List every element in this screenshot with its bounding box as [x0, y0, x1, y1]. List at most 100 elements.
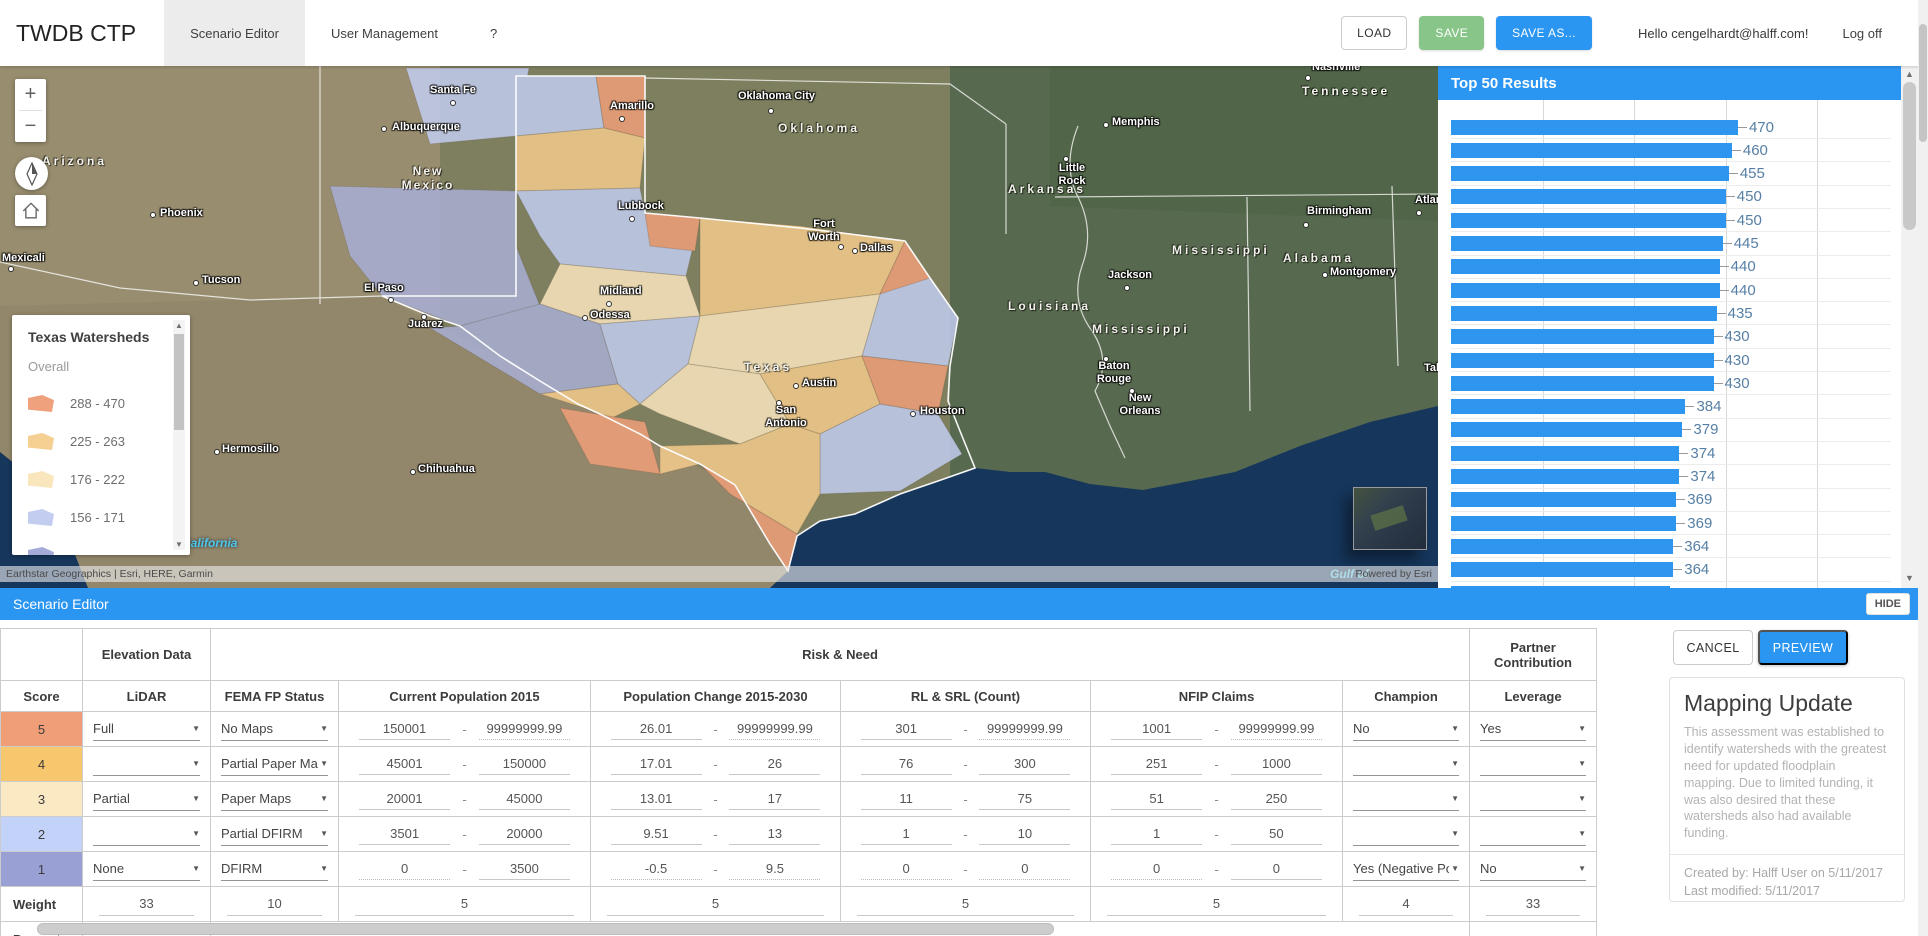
result-bar[interactable]	[1451, 213, 1726, 228]
result-bar[interactable]	[1451, 376, 1714, 391]
result-bar[interactable]	[1451, 516, 1676, 531]
lidar-select[interactable]: Partial▼	[93, 787, 200, 811]
nfip-claims-range-max-input[interactable]: 50	[1231, 823, 1323, 845]
result-bar[interactable]	[1451, 259, 1720, 274]
lidar-select[interactable]: Full▼	[93, 717, 200, 741]
rl-srl-range-min-input[interactable]: 0	[861, 858, 952, 880]
fema-fp-status-select[interactable]: Partial Paper Maps▼	[221, 752, 328, 776]
weight-input[interactable]: 5	[355, 892, 574, 916]
population-change-range-min-input[interactable]: -0.5	[611, 858, 702, 880]
result-bar[interactable]	[1451, 469, 1679, 484]
tab-scenario-editor[interactable]: Scenario Editor	[164, 0, 305, 66]
current-population-range-max-input[interactable]: 3500	[479, 858, 571, 880]
scroll-up-icon[interactable]: ▲	[173, 321, 185, 330]
page-scroll-thumb[interactable]	[1919, 24, 1927, 142]
scroll-down-icon[interactable]: ▼	[1901, 573, 1918, 583]
fema-fp-status-select[interactable]: Partial DFIRM▼	[221, 822, 328, 846]
rl-srl-range-max-input[interactable]: 10	[979, 823, 1070, 845]
map-canvas[interactable]: ArizonaNew MexicoOklahomaArkansasTenness…	[0, 66, 1438, 588]
tab-user-management[interactable]: User Management	[305, 0, 464, 66]
leverage-select[interactable]: No▼	[1480, 857, 1586, 881]
leverage-select[interactable]: Yes▼	[1480, 717, 1586, 741]
leverage-select[interactable]: ▼	[1480, 787, 1586, 811]
lidar-select[interactable]: ▼	[93, 752, 200, 776]
results-scroll-thumb[interactable]	[1903, 82, 1916, 230]
nfip-claims-range-min-input[interactable]: 251	[1111, 753, 1203, 775]
nfip-claims-range-max-input[interactable]: 1000	[1231, 753, 1323, 775]
results-scrollbar[interactable]: ▲ ▼	[1901, 66, 1918, 588]
legend-scrollbar[interactable]: ▲ ▼	[173, 320, 185, 550]
weight-input[interactable]: 5	[857, 892, 1074, 916]
champion-select[interactable]: ▼	[1353, 752, 1459, 776]
cancel-button[interactable]: CANCEL	[1673, 630, 1753, 665]
rl-srl-range-max-input[interactable]: 0	[979, 858, 1070, 880]
rl-srl-range-min-input[interactable]: 301	[861, 718, 952, 740]
current-population-range-max-input[interactable]: 99999999.99	[479, 718, 571, 740]
current-population-range-max-input[interactable]: 20000	[479, 823, 571, 845]
result-bar[interactable]	[1451, 353, 1714, 368]
nfip-claims-range-max-input[interactable]: 99999999.99	[1231, 718, 1323, 740]
result-bar[interactable]	[1451, 283, 1720, 298]
result-bar[interactable]	[1451, 143, 1732, 158]
population-change-range-max-input[interactable]: 13	[729, 823, 820, 845]
log-off-link[interactable]: Log off	[1842, 26, 1882, 41]
weight-input[interactable]: 33	[99, 892, 194, 916]
lidar-select[interactable]: ▼	[93, 822, 200, 846]
rl-srl-range-max-input[interactable]: 99999999.99	[979, 718, 1070, 740]
overview-inset-map[interactable]	[1353, 487, 1427, 550]
result-bar[interactable]	[1451, 306, 1717, 321]
result-bar[interactable]	[1451, 399, 1685, 414]
population-change-range-min-input[interactable]: 9.51	[611, 823, 702, 845]
current-population-range-min-input[interactable]: 150001	[359, 718, 451, 740]
fema-fp-status-select[interactable]: Paper Maps▼	[221, 787, 328, 811]
current-population-range-min-input[interactable]: 20001	[359, 788, 451, 810]
load-button[interactable]: LOAD	[1341, 16, 1407, 50]
nfip-claims-range-min-input[interactable]: 1	[1111, 823, 1203, 845]
fema-fp-status-select[interactable]: DFIRM▼	[221, 857, 328, 881]
compass-button[interactable]	[15, 157, 48, 190]
zoom-in-button[interactable]: +	[15, 79, 46, 110]
weight-input[interactable]: 33	[1486, 892, 1580, 916]
page-scrollbar[interactable]	[1918, 0, 1928, 936]
leverage-select[interactable]: ▼	[1480, 752, 1586, 776]
result-bar[interactable]	[1451, 422, 1682, 437]
population-change-range-max-input[interactable]: 17	[729, 788, 820, 810]
champion-select[interactable]: ▼	[1353, 787, 1459, 811]
fema-fp-status-select[interactable]: No Maps▼	[221, 717, 328, 741]
nfip-claims-range-max-input[interactable]: 0	[1231, 858, 1323, 880]
nfip-claims-range-max-input[interactable]: 250	[1231, 788, 1323, 810]
current-population-range-min-input[interactable]: 3501	[359, 823, 451, 845]
result-bar[interactable]	[1451, 166, 1729, 181]
tab-blank[interactable]: ?	[464, 0, 523, 66]
leverage-select[interactable]: ▼	[1480, 822, 1586, 846]
scroll-up-icon[interactable]: ▲	[1901, 69, 1918, 79]
current-population-range-min-input[interactable]: 0	[359, 858, 451, 880]
nfip-claims-range-min-input[interactable]: 1001	[1111, 718, 1203, 740]
result-bar[interactable]	[1451, 446, 1679, 461]
champion-select[interactable]: ▼	[1353, 822, 1459, 846]
population-change-range-max-input[interactable]: 9.5	[729, 858, 820, 880]
nfip-claims-range-min-input[interactable]: 51	[1111, 788, 1203, 810]
population-change-range-max-input[interactable]: 99999999.99	[729, 718, 820, 740]
lidar-select[interactable]: None▼	[93, 857, 200, 881]
current-population-range-min-input[interactable]: 45001	[359, 753, 451, 775]
save-button[interactable]: SAVE	[1419, 16, 1484, 50]
result-bar[interactable]	[1451, 562, 1673, 577]
scroll-down-icon[interactable]: ▼	[173, 540, 185, 549]
rl-srl-range-min-input[interactable]: 1	[861, 823, 952, 845]
save-as-button[interactable]: SAVE AS...	[1496, 16, 1592, 50]
population-change-range-min-input[interactable]: 13.01	[611, 788, 702, 810]
result-bar[interactable]	[1451, 492, 1676, 507]
legend-scroll-thumb[interactable]	[174, 334, 184, 430]
result-bar[interactable]	[1451, 189, 1726, 204]
weight-input[interactable]: 5	[607, 892, 824, 916]
current-population-range-max-input[interactable]: 150000	[479, 753, 571, 775]
population-change-range-max-input[interactable]: 26	[729, 753, 820, 775]
weight-input[interactable]: 5	[1107, 892, 1326, 916]
current-population-range-max-input[interactable]: 45000	[479, 788, 571, 810]
horizontal-scrollbar-thumb[interactable]	[37, 923, 1054, 935]
zoom-out-button[interactable]: −	[15, 111, 46, 142]
champion-select[interactable]: No▼	[1353, 717, 1459, 741]
result-bar[interactable]	[1451, 329, 1714, 344]
preview-button[interactable]: PREVIEW	[1758, 630, 1848, 665]
